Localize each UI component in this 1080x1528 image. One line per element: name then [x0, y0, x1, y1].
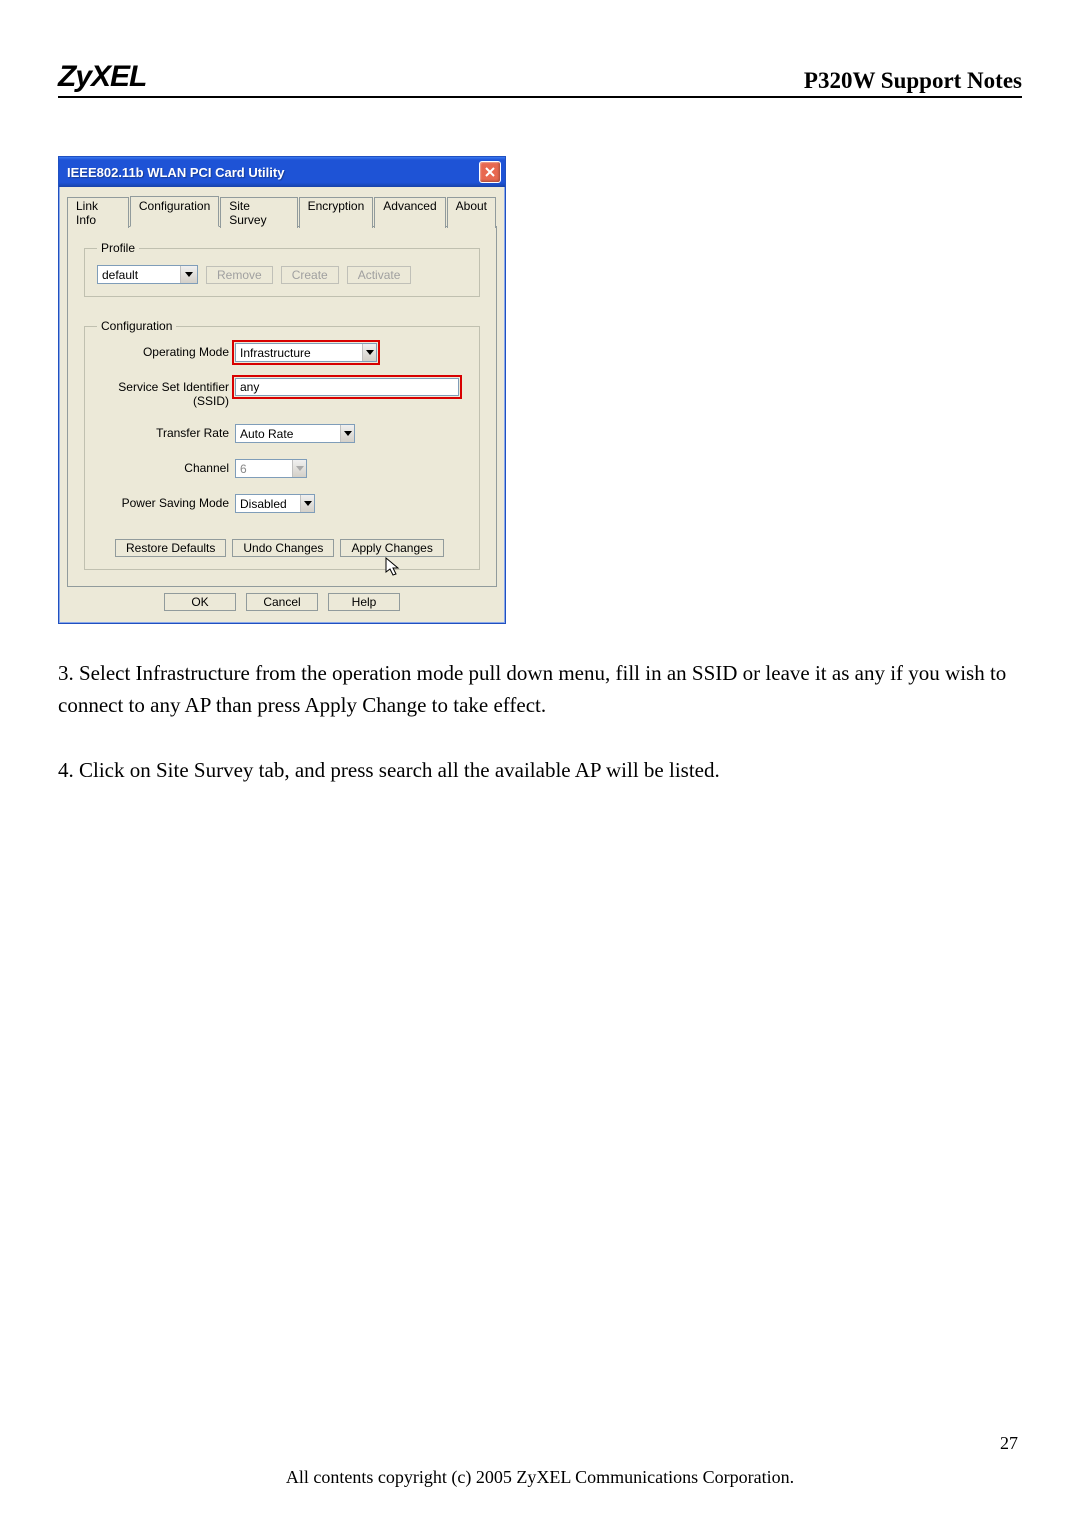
page-header: ZyXEL P320W Support Notes: [58, 60, 1022, 98]
tab-configuration[interactable]: Configuration: [130, 196, 219, 227]
ssid-label: Service Set Identifier (SSID): [97, 378, 235, 408]
power-saving-mode-select[interactable]: [235, 494, 315, 513]
chevron-down-icon[interactable]: [362, 344, 376, 361]
chevron-down-icon[interactable]: [340, 425, 354, 442]
operating-mode-select[interactable]: [235, 343, 377, 362]
create-button[interactable]: Create: [281, 266, 339, 284]
activate-button[interactable]: Activate: [347, 266, 412, 284]
tab-strip: Link Info Configuration Site Survey Encr…: [67, 195, 497, 227]
logo: ZyXEL: [58, 60, 146, 94]
close-icon[interactable]: [479, 161, 501, 183]
screenshot-dialog: IEEE802.11b WLAN PCI Card Utility Link I…: [58, 156, 1022, 624]
configuration-legend: Configuration: [97, 319, 176, 333]
channel-select: [235, 459, 307, 478]
tab-about[interactable]: About: [447, 197, 496, 228]
power-saving-mode-value[interactable]: [236, 496, 300, 512]
transfer-rate-select[interactable]: [235, 424, 355, 443]
tab-encryption[interactable]: Encryption: [299, 197, 374, 228]
instruction-step-4: 4. Click on Site Survey tab, and press s…: [58, 755, 1018, 787]
chevron-down-icon[interactable]: [300, 495, 314, 512]
tab-link-info[interactable]: Link Info: [67, 197, 129, 228]
operating-mode-label: Operating Mode: [97, 343, 235, 359]
cursor-icon: [385, 557, 401, 580]
channel-label: Channel: [97, 459, 235, 475]
operating-mode-value[interactable]: [236, 345, 362, 361]
cancel-button[interactable]: Cancel: [246, 593, 318, 611]
profile-select-value[interactable]: [98, 267, 180, 283]
apply-changes-button[interactable]: Apply Changes: [340, 539, 443, 557]
transfer-rate-value[interactable]: [236, 426, 340, 442]
copyright-footer: All contents copyright (c) 2005 ZyXEL Co…: [0, 1467, 1080, 1488]
document-title: P320W Support Notes: [804, 68, 1022, 94]
tab-panel-configuration: Profile Remove Create Activate: [67, 226, 497, 587]
ok-button[interactable]: OK: [164, 593, 236, 611]
window-titlebar: IEEE802.11b WLAN PCI Card Utility: [59, 157, 505, 187]
configuration-group: Configuration Operating Mode: [84, 319, 480, 570]
channel-value: [236, 461, 292, 477]
chevron-down-icon: [292, 460, 306, 477]
undo-changes-button[interactable]: Undo Changes: [232, 539, 334, 557]
tab-advanced[interactable]: Advanced: [374, 197, 445, 228]
remove-button[interactable]: Remove: [206, 266, 273, 284]
chevron-down-icon[interactable]: [180, 266, 197, 283]
power-saving-mode-label: Power Saving Mode: [97, 494, 235, 510]
ssid-input[interactable]: [235, 378, 459, 396]
transfer-rate-label: Transfer Rate: [97, 424, 235, 440]
profile-legend: Profile: [97, 241, 139, 255]
tab-site-survey[interactable]: Site Survey: [220, 197, 297, 228]
help-button[interactable]: Help: [328, 593, 400, 611]
page-number: 27: [1000, 1433, 1018, 1454]
restore-defaults-button[interactable]: Restore Defaults: [115, 539, 226, 557]
profile-group: Profile Remove Create Activate: [84, 241, 480, 297]
instruction-step-3: 3. Select Infrastructure from the operat…: [58, 658, 1018, 721]
profile-select[interactable]: [97, 265, 198, 284]
window-title: IEEE802.11b WLAN PCI Card Utility: [67, 165, 284, 180]
